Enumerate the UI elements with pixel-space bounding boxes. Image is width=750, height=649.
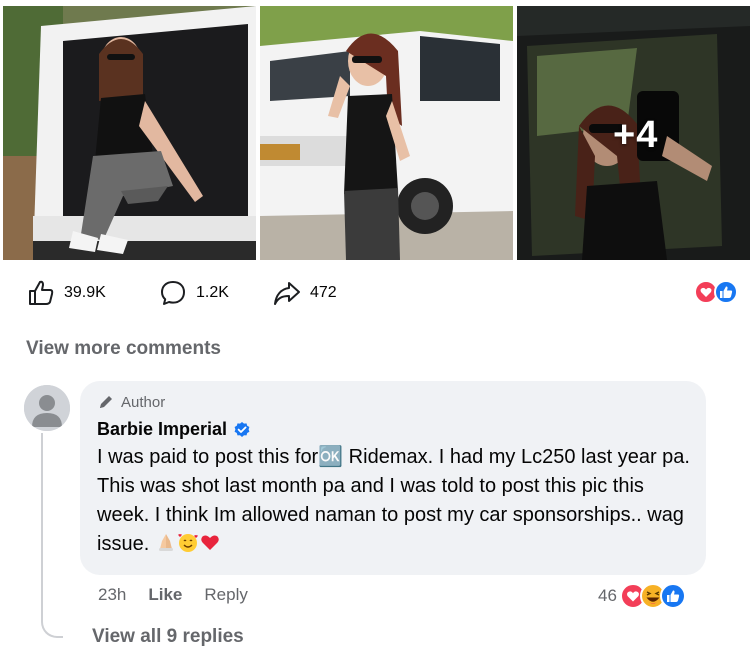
like-reaction-icon	[659, 583, 686, 609]
post-photo-grid: +4	[0, 0, 750, 262]
smiling-face-with-hearts-emoji	[178, 534, 198, 552]
more-photos-count[interactable]: +4	[613, 114, 658, 157]
comment-reaction-summary[interactable]: 46	[598, 582, 688, 610]
photo-woman-standing-by-white-suv	[260, 6, 513, 260]
post-action-bar: 39.9K 1.2K 472	[0, 272, 750, 312]
red-heart-emoji	[201, 535, 219, 550]
photo-woman-sitting-in-suv-trunk	[3, 6, 256, 260]
share-button[interactable]: 472	[272, 278, 337, 308]
post-photo-1[interactable]	[3, 6, 256, 260]
pen-icon	[100, 396, 112, 408]
comment-reaction-count: 46	[598, 586, 617, 605]
comment-reaction-icons	[619, 583, 686, 609]
thumbs-up-icon	[29, 280, 54, 305]
comment-text: I was paid to post this for🆗 Ridemax. I …	[97, 443, 697, 559]
comment-bubble-icon	[161, 281, 185, 305]
post-photo-2[interactable]	[260, 6, 513, 260]
like-reaction-icon	[714, 280, 738, 304]
love-reaction-icon	[694, 280, 718, 304]
comments-count: 1.2K	[196, 284, 229, 301]
folded-hands-emoji	[158, 534, 173, 551]
comment-bubble: Author Barbie Imperial I was paid to pos…	[80, 381, 706, 575]
shares-count: 472	[310, 284, 337, 301]
author-badge-label: Author	[121, 393, 166, 411]
default-avatar-icon	[24, 385, 70, 431]
reply-thread-line	[41, 433, 63, 638]
view-more-comments-link[interactable]: View more comments	[26, 338, 221, 360]
commenter-name[interactable]: Barbie Imperial	[97, 419, 227, 440]
comment-like-button[interactable]: Like	[148, 585, 182, 605]
view-all-replies-link[interactable]: View all 9 replies	[92, 626, 244, 648]
comment-timestamp[interactable]: 23h	[98, 585, 126, 605]
likes-count: 39.9K	[64, 284, 106, 301]
comment-meta: 23h Like Reply	[98, 585, 248, 605]
author-badge: Author	[97, 391, 165, 413]
comment-button[interactable]: 1.2K	[158, 278, 229, 308]
verified-badge-icon	[234, 421, 250, 437]
share-arrow-icon	[274, 282, 300, 305]
comment-reply-button[interactable]: Reply	[204, 585, 247, 605]
commenter-avatar[interactable]	[24, 385, 70, 431]
like-button[interactable]: 39.9K	[26, 278, 106, 308]
post-photo-3[interactable]: +4	[517, 6, 750, 260]
post-reactions-icons[interactable]	[694, 280, 750, 304]
commenter-name-row: Barbie Imperial	[97, 419, 251, 440]
